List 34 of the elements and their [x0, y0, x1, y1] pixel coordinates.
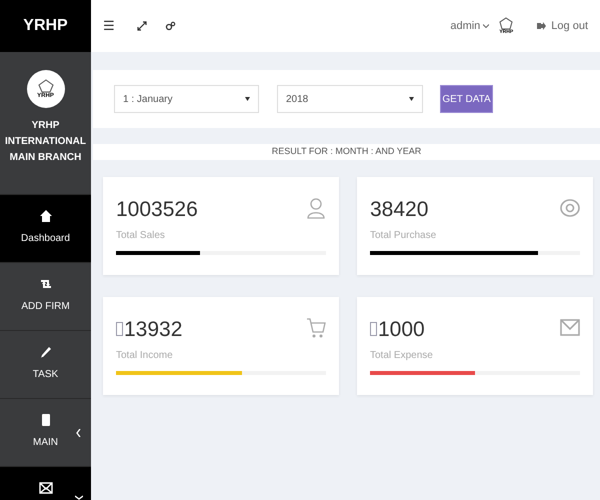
swap-arrows-icon — [38, 277, 52, 291]
menu-button[interactable]: ☰ — [103, 16, 115, 36]
brand-title: YRHP — [23, 16, 68, 36]
stat-value: 1003526 — [116, 198, 198, 220]
caret-icon — [409, 97, 414, 101]
result-text: RESULT FOR : MONTH : AND YEAR — [272, 145, 422, 158]
home-icon — [38, 209, 52, 223]
stat-label: Total Expense — [370, 349, 434, 363]
gears-icon[interactable] — [165, 20, 176, 32]
cart-icon — [306, 317, 326, 339]
stat-label: Total Income — [116, 349, 174, 363]
branch-name: INTERNATIONAL — [5, 135, 86, 149]
stat-value: 38420 — [370, 198, 428, 220]
pencil-icon — [38, 345, 52, 359]
expand-icon[interactable] — [137, 21, 147, 31]
envelope-icon — [560, 317, 580, 339]
user-icon — [306, 197, 326, 219]
stat-value: 13932 — [124, 318, 182, 340]
month-select[interactable]: 1 : January — [114, 85, 259, 113]
eye-icon — [560, 197, 580, 219]
stat-value: 1000 — [378, 318, 425, 340]
envelope-icon — [38, 481, 52, 495]
stat-label: Total Purchase — [370, 229, 438, 243]
branch-name: MAIN BRANCH — [10, 151, 82, 165]
caret-icon — [245, 97, 250, 101]
stat-label: Total Sales — [116, 229, 166, 243]
user-menu[interactable]: admin — [450, 18, 490, 34]
year-select[interactable]: 2018 — [277, 85, 423, 113]
chevron-down-icon — [483, 24, 490, 28]
branch-name: YRHP — [32, 119, 60, 133]
sign-out-icon — [537, 22, 546, 30]
logout-button[interactable]: Log out — [537, 18, 588, 34]
get-data-button[interactable]: GET DATA — [440, 85, 493, 113]
sidebar-item[interactable]: Dashboard — [0, 195, 91, 263]
